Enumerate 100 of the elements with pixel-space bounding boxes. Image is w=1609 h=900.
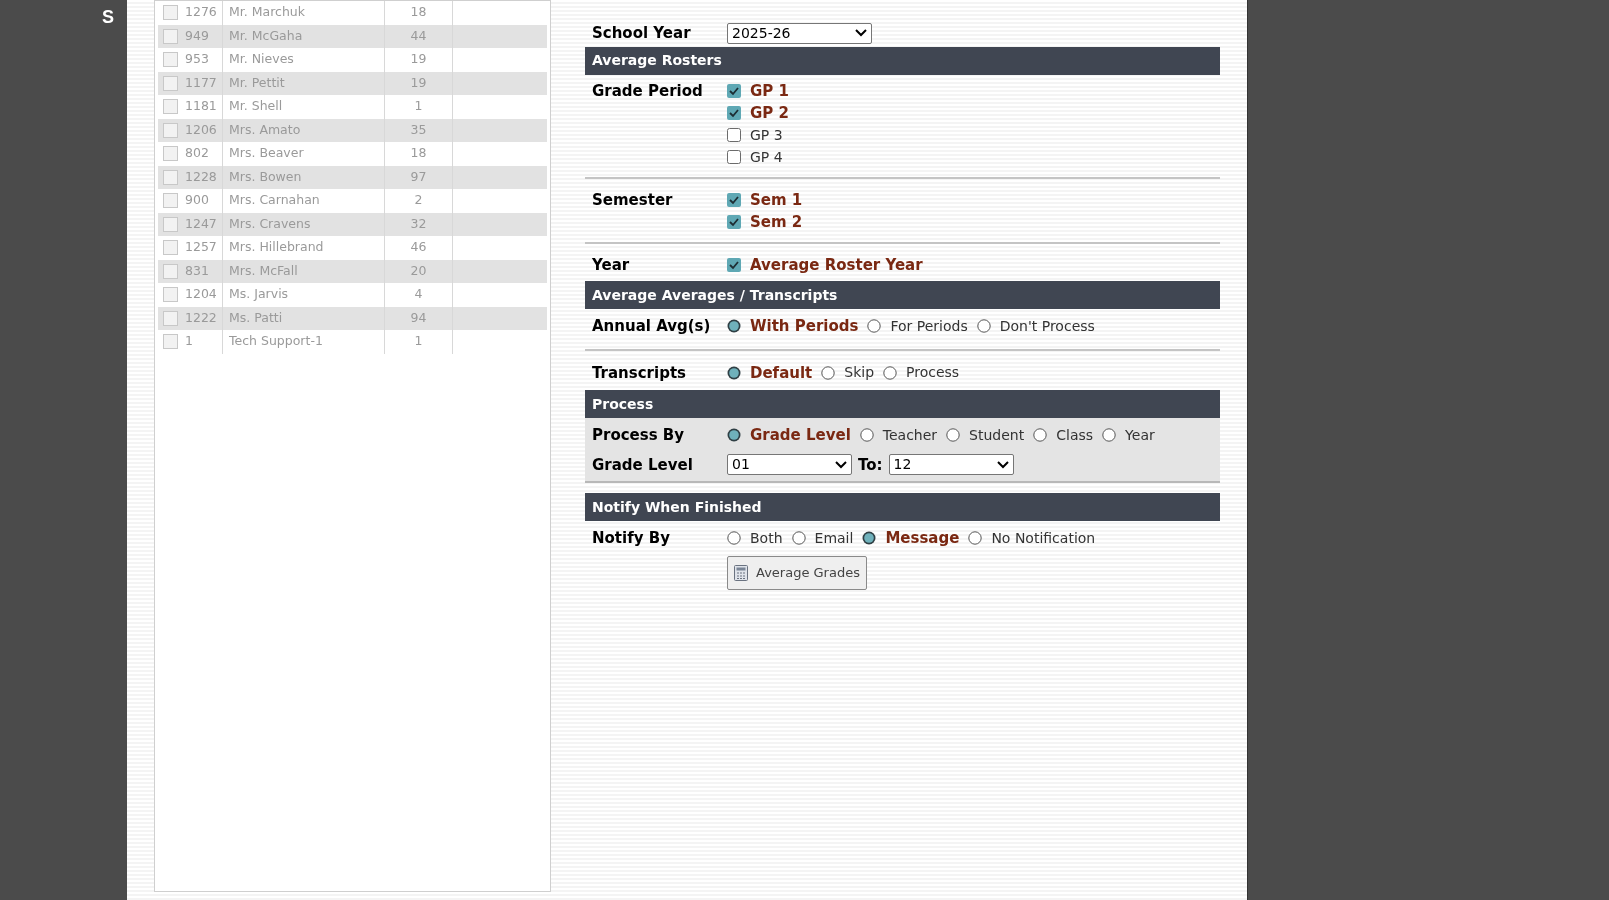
table-cell-text: Mrs. Carnahan — [229, 191, 320, 210]
checkbox[interactable] — [727, 128, 741, 142]
row-checkbox[interactable] — [163, 146, 178, 162]
table-cell-text: 1257 — [185, 238, 217, 257]
row-checkbox[interactable] — [163, 263, 178, 279]
table-cell-text: Mrs. McFall — [229, 261, 298, 280]
radio-button[interactable] — [859, 428, 874, 443]
row-checkbox[interactable] — [163, 5, 178, 21]
table-cell-text: 32 — [410, 214, 427, 233]
table-cell-text: 19 — [410, 73, 427, 92]
dropdown-select[interactable]: 2025-26 — [727, 22, 872, 44]
radio-button[interactable] — [1102, 428, 1117, 443]
table-cell-text: 94 — [410, 308, 427, 327]
checkbox[interactable] — [727, 106, 741, 120]
option-label: Default — [750, 362, 813, 384]
table-cell-text: Mrs. Bowen — [229, 167, 302, 186]
table-cell-text: 18 — [410, 144, 427, 163]
radio-button[interactable] — [946, 428, 961, 443]
radio-button[interactable] — [867, 319, 882, 334]
checkbox[interactable] — [727, 150, 741, 164]
radio-button[interactable] — [821, 365, 836, 380]
field-label: Process By — [592, 425, 686, 446]
radio-button[interactable] — [791, 531, 806, 546]
option-label: For Periods — [890, 316, 968, 336]
table-cell-text: Mrs. Cravens — [229, 214, 311, 233]
sidebar-letter: S — [102, 7, 114, 27]
option-label: With Periods — [750, 316, 859, 337]
field-label: Semester — [592, 189, 674, 211]
checkbox[interactable] — [727, 258, 741, 272]
table-cell-text: 900 — [185, 191, 209, 210]
option-label: Process — [906, 363, 960, 383]
radio-button[interactable] — [976, 319, 991, 334]
option-label: Sem 1 — [750, 189, 803, 211]
row-checkbox[interactable] — [163, 310, 178, 326]
option-label: Message — [885, 528, 960, 549]
table-cell-text: Mr. Pettit — [229, 73, 285, 92]
table-cell-text: 2 — [414, 191, 423, 210]
table-cell-text: 1 — [414, 97, 423, 116]
radio-button[interactable] — [727, 428, 741, 443]
table-cell-text: 46 — [410, 238, 427, 257]
radio-button[interactable] — [883, 365, 898, 380]
table-cell-text: Mrs. Hillebrand — [229, 238, 324, 257]
field-label: To: — [858, 454, 883, 476]
field-label: Transcripts — [592, 362, 687, 384]
option-label: Teacher — [882, 425, 938, 445]
option-label: GP 3 — [750, 125, 783, 145]
table-cell-text: 1177 — [185, 73, 217, 92]
option-label: Student — [969, 425, 1025, 445]
chevron-down-icon — [835, 460, 847, 469]
dropdown-select[interactable]: 12 — [888, 454, 1014, 476]
field-label: Grade Period — [592, 80, 704, 102]
row-checkbox[interactable] — [163, 334, 178, 350]
checkbox[interactable] — [727, 215, 741, 229]
row-checkbox[interactable] — [163, 169, 178, 185]
option-label: Year — [1125, 425, 1155, 445]
table-cell-text: 35 — [410, 120, 427, 139]
table-cell-text: 1 — [185, 332, 193, 351]
row-checkbox[interactable] — [163, 193, 178, 209]
field-label: School Year — [592, 23, 692, 44]
table-cell-text: 802 — [185, 144, 209, 163]
dropdown-select[interactable]: 01 — [727, 454, 852, 476]
table-cell-text: 1206 — [185, 120, 217, 139]
option-label: Average Roster Year — [750, 254, 923, 276]
table-cell-text: Ms. Jarvis — [229, 285, 289, 304]
checkbox[interactable] — [727, 193, 741, 207]
row-checkbox[interactable] — [163, 122, 178, 138]
table-cell-text: 953 — [185, 50, 209, 69]
row-checkbox[interactable] — [163, 28, 178, 44]
chevron-down-icon — [855, 29, 867, 38]
row-checkbox[interactable] — [163, 75, 178, 91]
option-label: Sem 2 — [750, 211, 803, 233]
radio-button[interactable] — [862, 531, 877, 546]
row-checkbox[interactable] — [163, 287, 178, 303]
row-checkbox[interactable] — [163, 216, 178, 232]
table-cell-text: Mr. Marchuk — [229, 3, 305, 22]
row-checkbox[interactable] — [163, 240, 178, 256]
table-cell-text: Mr. McGaha — [229, 26, 303, 45]
field-label: Year — [592, 254, 631, 276]
table-cell-text: Ms. Patti — [229, 308, 283, 327]
row-checkbox[interactable] — [163, 99, 178, 115]
radio-button[interactable] — [727, 531, 741, 546]
table-cell-text: 44 — [410, 26, 427, 45]
field-label: Annual Avg(s) — [592, 316, 712, 337]
radio-button[interactable] — [727, 319, 741, 334]
field-label: Grade Level — [592, 454, 694, 476]
row-checkbox[interactable] — [163, 52, 178, 68]
average-grades-button[interactable]: Average Grades — [727, 555, 867, 590]
radio-button[interactable] — [968, 531, 983, 546]
table-cell-text: 1181 — [185, 97, 217, 116]
radio-button[interactable] — [727, 365, 741, 380]
option-label: GP 4 — [750, 147, 783, 167]
table-cell-text: 1 — [414, 332, 423, 351]
option-label: Don't Process — [999, 316, 1095, 336]
radio-button[interactable] — [1033, 428, 1048, 443]
chevron-down-icon — [996, 460, 1009, 469]
table-cell-text: 19 — [410, 50, 427, 69]
option-label: Email — [814, 528, 854, 548]
checkbox[interactable] — [727, 84, 741, 98]
option-label: GP 1 — [750, 80, 789, 102]
table-cell-text: 20 — [410, 261, 427, 280]
